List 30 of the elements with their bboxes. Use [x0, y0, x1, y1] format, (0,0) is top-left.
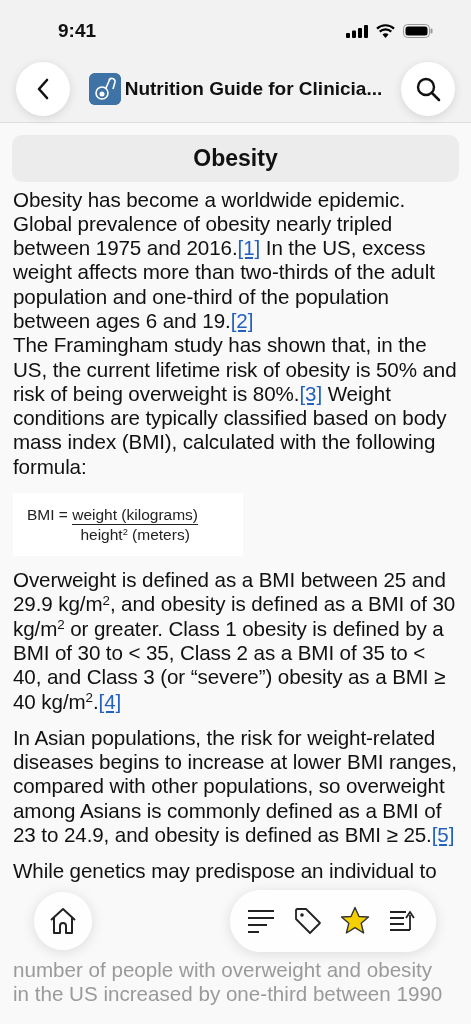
- battery-icon: [403, 24, 433, 38]
- signal-icon: [346, 24, 368, 38]
- lines-icon: [247, 907, 276, 934]
- status-time: 9:41: [58, 18, 97, 43]
- reference-link[interactable]: [2]: [230, 309, 254, 332]
- formula-numerator: weight (kilograms): [72, 505, 198, 526]
- reference-link[interactable]: [5]: [431, 823, 455, 847]
- tag-icon: [293, 906, 322, 935]
- formula-denominator: height$^{2}$ (meters): [80, 525, 190, 545]
- search-button[interactable]: [401, 62, 455, 116]
- paragraph-line: in the US increased by one-third between 1990: [13, 981, 444, 1007]
- stethoscope-icon: [88, 73, 121, 105]
- search-icon: [415, 76, 441, 102]
- paragraph: Overweight is defined as a BMI between 25 and 29.9 kg/m$^{2}$, and obesity is defined as a BMI of 30 kg/m$^{2}$ or greater. Class 1 obesity is defined by a BMI of 30 to < 35, Class 2 as a BMI of 35 to < 40, and Class 3 (or “severe”) obesity as a BMI ≥ 40 kg/m$^{2}$.[4]: [13, 568, 457, 714]
- reference-link[interactable]: [3]: [299, 381, 322, 405]
- section-title: Obesity: [12, 135, 459, 182]
- reference-link[interactable]: [4]: [98, 689, 122, 713]
- formula-lhs: BMI =: [27, 506, 69, 524]
- paragraph-line: While genetics may predispose an individual to: [13, 859, 438, 884]
- app-title: Nutrition Guide for Clinicia...: [124, 76, 383, 101]
- home-icon: [48, 905, 78, 936]
- paragraph: In Asian populations, the risk for weight-related diseases begins to increase at lower BMI ranges, compared with other populations, so overweight among Asians is commonly defined as a BMI of 23 to 24.9, and obesity is defined as BMI ≥ 25.[5]: [13, 725, 457, 848]
- paragraph: Obesity has become a worldwide epidemic. Global prevalence of obesity nearly tripled between 1975 and 2016.[1] In the US, excess weight affects more than two-thirds of the adult population and one-third of the population between ages 6 and 19.[2]: [13, 187, 436, 334]
- wifi-icon: [376, 24, 395, 38]
- star-icon: [340, 906, 371, 936]
- paragraph: The Framingham study has shown that, in the US, the current lifetime risk of obesity is 50% and risk of being overweight is 80%.[3] Weight conditions are typically classified based on body mass index (BMI), calculated with the following formula:: [13, 333, 457, 480]
- paragraph-line: number of people with overweight and obesity: [13, 957, 433, 982]
- back-button[interactable]: [16, 62, 70, 116]
- reference-link[interactable]: [1]: [237, 236, 261, 260]
- back-icon: [35, 77, 51, 101]
